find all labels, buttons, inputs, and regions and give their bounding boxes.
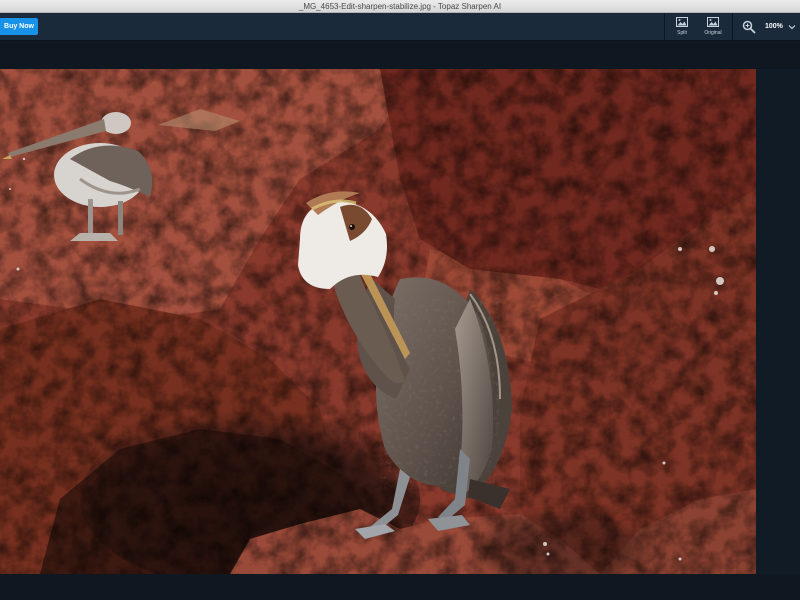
- buy-now-button[interactable]: Buy Now: [0, 18, 38, 35]
- image-workspace: [0, 41, 800, 600]
- split-view-label: Split: [677, 30, 687, 36]
- toolbar-divider: [732, 13, 733, 40]
- zoom-level-dropdown[interactable]: 100%: [762, 20, 798, 34]
- window-titlebar: _MG_4653-Edit-sharpen-stabilize.jpg - To…: [0, 0, 800, 13]
- right-side-panel: [756, 69, 800, 574]
- zoom-level-value: 100%: [765, 23, 783, 30]
- original-view-label: Original: [704, 30, 722, 36]
- preview-image[interactable]: [0, 69, 756, 574]
- original-view-button[interactable]: Original: [700, 16, 726, 38]
- split-view-icon: [676, 17, 688, 27]
- window-title: _MG_4653-Edit-sharpen-stabilize.jpg - To…: [298, 2, 502, 11]
- split-view-button[interactable]: Split: [669, 16, 695, 38]
- chevron-down-icon: [788, 25, 796, 30]
- zoom-in-icon[interactable]: [742, 20, 756, 34]
- top-toolbar: Buy Now Split Original: [0, 13, 800, 41]
- original-view-icon: [707, 17, 719, 27]
